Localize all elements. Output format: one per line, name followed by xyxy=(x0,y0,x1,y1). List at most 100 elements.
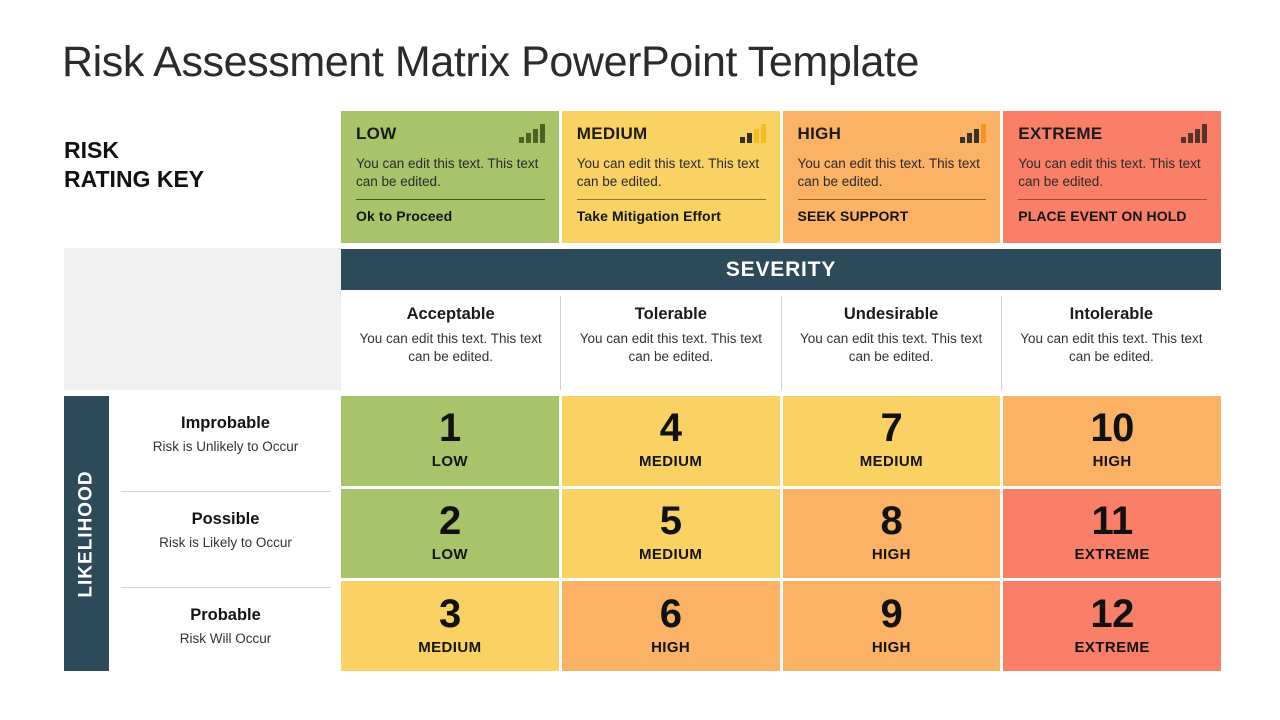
matrix-cell-number: 5 xyxy=(659,498,682,543)
matrix-cell-number: 7 xyxy=(880,406,903,451)
matrix-cell-number: 8 xyxy=(880,498,903,543)
matrix-cell-label: MEDIUM xyxy=(418,638,482,656)
risk-key-card-low[interactable]: LOW You can edit this text. This text ca… xyxy=(341,111,559,243)
severity-column-acceptable: Acceptable You can edit this text. This … xyxy=(341,296,560,390)
likelihood-row-improbable: Improbable Risk is Unlikely to Occur xyxy=(121,396,330,492)
matrix-cell-7[interactable]: 7 MEDIUM xyxy=(782,396,1001,486)
matrix-cell-number: 11 xyxy=(1091,498,1133,543)
likelihood-row-title: Possible xyxy=(191,510,260,528)
matrix-cell-number: 12 xyxy=(1090,591,1134,636)
severity-column-title: Intolerable xyxy=(1069,305,1154,323)
severity-column-description: You can edit this text. This text can be… xyxy=(1020,331,1203,365)
matrix-cell-label: MEDIUM xyxy=(639,546,703,564)
matrix-cell-1[interactable]: 1 LOW xyxy=(341,396,559,486)
page-title: Risk Assessment Matrix PowerPoint Templa… xyxy=(62,38,920,86)
risk-key-card-header: LOW xyxy=(356,123,545,143)
risk-key-card-description: You can edit this text. This text can be… xyxy=(797,156,980,189)
matrix-cell-label: MEDIUM xyxy=(859,453,923,471)
matrix-cell-label: HIGH xyxy=(871,638,911,656)
risk-key-card-high[interactable]: HIGH You can edit this text. This text c… xyxy=(782,111,1001,243)
likelihood-row-possible: Possible Risk is Likely to Occur xyxy=(121,492,330,588)
matrix-cell-number: 6 xyxy=(659,591,682,636)
risk-rating-key-cards: LOW You can edit this text. This text ca… xyxy=(341,111,1221,243)
severity-column-description: You can edit this text. This text can be… xyxy=(359,331,542,365)
severity-column-tolerable: Tolerable You can edit this text. This t… xyxy=(560,296,780,390)
severity-column-title: Acceptable xyxy=(406,305,495,323)
matrix-cell-label: MEDIUM xyxy=(639,453,703,471)
signal-bars-icon xyxy=(960,123,987,143)
signal-bars-icon xyxy=(1181,123,1207,143)
risk-key-card-action: PLACE EVENT ON HOLD xyxy=(1018,207,1187,224)
risk-rating-key-label-line1: RISK xyxy=(64,137,119,163)
risk-key-card-title: EXTREME xyxy=(1018,124,1103,143)
matrix-cell-11[interactable]: 11 EXTREME xyxy=(1003,488,1221,579)
risk-key-card-action: Ok to Proceed xyxy=(356,207,453,224)
severity-column-title: Tolerable xyxy=(634,305,707,323)
severity-column-title: Undesirable xyxy=(843,305,939,323)
severity-column-intolerable: Intolerable You can edit this text. This… xyxy=(1000,296,1221,390)
matrix-cell-5[interactable]: 5 MEDIUM xyxy=(561,488,780,579)
risk-key-card-medium[interactable]: MEDIUM You can edit this text. This text… xyxy=(561,111,780,243)
matrix-cell-4[interactable]: 4 MEDIUM xyxy=(561,396,780,486)
severity-column-description: You can edit this text. This text can be… xyxy=(799,331,983,365)
severity-column-description: You can edit this text. This text can be… xyxy=(579,331,763,365)
risk-key-card-header: HIGH xyxy=(798,123,987,143)
risk-key-card-action: SEEK SUPPORT xyxy=(797,207,909,224)
severity-header: SEVERITY xyxy=(341,249,1221,290)
matrix-cell-label: LOW xyxy=(431,453,468,471)
risk-key-card-title: HIGH xyxy=(797,124,842,143)
likelihood-header: LIKELIHOOD xyxy=(64,396,109,671)
matrix-cell-number: 4 xyxy=(659,406,682,451)
matrix-cell-12[interactable]: 12 EXTREME xyxy=(1003,581,1221,672)
matrix-cell-2[interactable]: 2 LOW xyxy=(341,488,559,579)
divider xyxy=(797,198,987,200)
matrix-cell-label: LOW xyxy=(431,546,468,564)
risk-key-card-title: LOW xyxy=(356,124,397,143)
matrix-cell-number: 10 xyxy=(1090,406,1134,451)
signal-bars-icon xyxy=(739,123,766,143)
matrix-cell-3[interactable]: 3 MEDIUM xyxy=(341,581,559,672)
risk-key-card-description: You can edit this text. This text can be… xyxy=(576,156,760,189)
severity-column-headers: Acceptable You can edit this text. This … xyxy=(341,296,1221,390)
risk-key-card-action: Take Mitigation Effort xyxy=(576,207,722,224)
risk-key-card-header: EXTREME xyxy=(1018,123,1207,143)
matrix-cell-number: 3 xyxy=(439,591,461,636)
likelihood-row-labels: Improbable Risk is Unlikely to Occur Pos… xyxy=(121,396,330,671)
matrix-cell-label: HIGH xyxy=(871,546,911,564)
severity-column-undesirable: Undesirable You can edit this text. This… xyxy=(780,296,1001,390)
risk-key-card-header: MEDIUM xyxy=(577,123,766,143)
matrix-cell-number: 9 xyxy=(880,591,903,636)
matrix-cell-9[interactable]: 9 HIGH xyxy=(782,581,1001,672)
severity-header-label: SEVERITY xyxy=(725,257,837,281)
likelihood-row-title: Probable xyxy=(190,606,261,624)
risk-key-card-description: You can edit this text. This text can be… xyxy=(356,156,539,189)
likelihood-row-title: Improbable xyxy=(181,414,270,432)
likelihood-header-label: LIKELIHOOD xyxy=(75,469,97,598)
risk-rating-key-label: RISK RATING KEY xyxy=(64,136,324,195)
risk-rating-key-label-line2: RATING KEY xyxy=(64,166,205,193)
divider xyxy=(356,198,545,200)
likelihood-row-description: Risk Will Occur xyxy=(179,631,272,646)
matrix-row: 2 LOW 5 MEDIUM 8 HIGH 11 EXTREME xyxy=(341,488,1221,579)
matrix-cell-number: 2 xyxy=(439,498,461,543)
matrix-cell-number: 1 xyxy=(439,406,461,451)
divider xyxy=(1018,198,1207,200)
likelihood-row-description: Risk is Unlikely to Occur xyxy=(152,439,299,454)
risk-matrix-grid: 1 LOW 4 MEDIUM 7 MEDIUM 10 HIGH 2 LOW 5 … xyxy=(341,396,1221,672)
risk-key-card-extreme[interactable]: EXTREME You can edit this text. This tex… xyxy=(1003,111,1221,243)
risk-key-card-title: MEDIUM xyxy=(576,124,648,143)
matrix-cell-label: EXTREME xyxy=(1074,638,1150,656)
matrix-cell-label: EXTREME xyxy=(1074,546,1150,564)
matrix-row: 3 MEDIUM 6 HIGH 9 HIGH 12 EXTREME xyxy=(341,581,1221,672)
matrix-row: 1 LOW 4 MEDIUM 7 MEDIUM 10 HIGH xyxy=(341,396,1221,486)
matrix-cell-8[interactable]: 8 HIGH xyxy=(782,488,1001,579)
likelihood-row-probable: Probable Risk Will Occur xyxy=(121,588,330,671)
placeholder-block xyxy=(64,248,341,390)
matrix-cell-label: HIGH xyxy=(1092,453,1132,471)
risk-key-card-description: You can edit this text. This text can be… xyxy=(1018,156,1201,189)
matrix-cell-label: HIGH xyxy=(651,638,691,656)
matrix-cell-10[interactable]: 10 HIGH xyxy=(1003,396,1221,486)
divider xyxy=(576,198,766,200)
matrix-cell-6[interactable]: 6 HIGH xyxy=(561,581,780,672)
likelihood-row-description: Risk is Likely to Occur xyxy=(159,535,292,550)
